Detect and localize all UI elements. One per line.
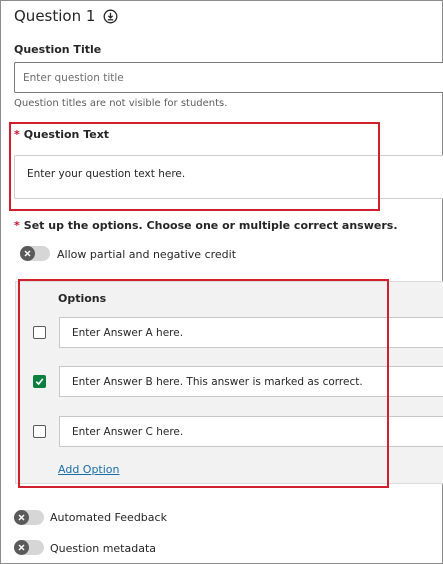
options-heading: Options [58,292,107,305]
question-text-label: * Question Text [14,128,109,141]
required-marker: * [14,128,20,141]
info-download-icon[interactable] [103,9,118,24]
check-icon [35,378,44,386]
partial-credit-toggle[interactable] [20,246,50,261]
answer-a-checkbox[interactable] [33,326,46,339]
question-header: Question 1 [14,7,118,25]
question-text-editor[interactable]: Enter your question text here. [14,155,443,199]
toggle-off-icon [14,540,29,555]
question-metadata-toggle[interactable] [14,540,44,555]
toggle-off-icon [14,510,29,525]
automated-feedback-toggle[interactable] [14,510,44,525]
question-title-helper: Question titles are not visible for stud… [14,98,228,109]
answer-b-checkbox[interactable] [33,375,46,388]
question-heading: Question 1 [14,7,96,25]
options-instruction-text: Set up the options. Choose one or multip… [23,219,398,232]
partial-credit-label: Allow partial and negative credit [57,248,237,261]
question-metadata-label: Question metadata [50,542,157,555]
answer-b-input[interactable]: Enter Answer B here. This answer is mark… [59,366,443,397]
toggle-off-icon [20,246,35,261]
question-text-label-text: Question Text [23,128,110,141]
question-title-label: Question Title [14,43,102,56]
automated-feedback-label: Automated Feedback [50,511,167,524]
answer-a-input[interactable]: Enter Answer A here. [59,317,443,348]
add-option-link[interactable]: Add Option [58,463,120,476]
required-marker: * [14,219,20,232]
answer-c-input[interactable]: Enter Answer C here. [59,416,443,447]
answer-c-checkbox[interactable] [33,425,46,438]
question-title-input[interactable] [14,62,443,93]
options-instruction: * Set up the options. Choose one or multi… [14,219,398,232]
